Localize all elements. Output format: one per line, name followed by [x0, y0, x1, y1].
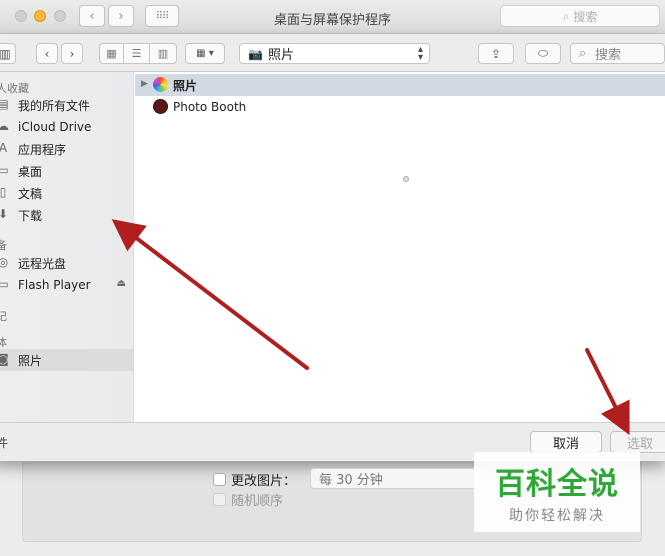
cancel-button[interactable]: 取消	[530, 431, 602, 453]
footer-left-fragment: 件	[0, 436, 9, 450]
sidebar-item-label: 远程光盘	[18, 256, 67, 271]
chevron-right-icon: ›	[69, 46, 75, 61]
random-order-checkbox[interactable]	[213, 493, 226, 506]
sidebar-item-downloads[interactable]: ⬇ 下载	[0, 204, 134, 226]
documents-icon: ▯	[0, 185, 7, 199]
sidebar-item-documents[interactable]: ▯ 文稿	[0, 182, 134, 204]
arrange-button[interactable]: ▦ ▾	[185, 43, 225, 64]
file-row-label: 照片	[173, 78, 198, 93]
sidebar-item-label: 照片	[18, 353, 43, 368]
choose-button[interactable]: 选取	[610, 431, 665, 453]
desktop-icon: ▭	[0, 163, 9, 177]
drive-icon: ▭	[0, 277, 9, 291]
columns-icon: ▥	[157, 47, 169, 60]
disc-icon: ◎	[0, 255, 9, 269]
sidebar-item-label: 文稿	[18, 186, 43, 201]
list-icon: ☰	[131, 47, 142, 60]
cloud-icon: ☁	[0, 119, 9, 133]
file-row-label: Photo Booth	[173, 100, 247, 114]
sidebar-toggle-button[interactable]: ▥	[0, 43, 16, 64]
disclosure-triangle-icon[interactable]: ▶	[141, 79, 148, 89]
sidebar-item-photos[interactable]: ◙ 照片	[0, 349, 134, 371]
title-bar: ‹ › ⠿⠿ 桌面与屏幕保护程序 ⌕ 搜索	[0, 0, 665, 34]
downloads-icon: ⬇	[0, 207, 9, 221]
file-row-photo-booth[interactable]: Photo Booth	[135, 96, 665, 118]
back-button[interactable]: ‹	[36, 43, 58, 64]
search-icon: ⌕	[579, 46, 587, 61]
file-list: ▶ 照片 Photo Booth	[135, 72, 665, 422]
sidebar-section-devices: 备	[0, 239, 7, 252]
sidebar-icon: ▥	[0, 46, 11, 61]
sidebar: 人收藏 ▤ 我的所有文件 ☁ iCloud Drive A 应用程序 ▭ 桌面 …	[0, 72, 134, 422]
watermark-sub: 助你轻松解决	[509, 508, 605, 524]
chevron-left-icon: ‹	[44, 46, 50, 61]
open-panel-sheet: ▥ ‹ › ▦ ☰ ▥ ▦ ▾ 📷 照片 ▴ ▾ ⇪ ⬭ ⌕ 搜索 人收藏 ▤ 我…	[0, 34, 665, 461]
eject-icon[interactable]: ⏏	[117, 278, 126, 289]
sidebar-item-label: 应用程序	[18, 142, 67, 157]
location-label: 照片	[267, 48, 294, 63]
search-icon: ⌕	[562, 8, 570, 23]
sidebar-item-desktop[interactable]: ▭ 桌面	[0, 160, 134, 182]
sheet-toolbar: ▥ ‹ › ▦ ☰ ▥ ▦ ▾ 📷 照片 ▴ ▾ ⇪ ⬭ ⌕ 搜索	[0, 34, 665, 72]
change-picture-checkbox[interactable]	[213, 473, 226, 486]
loading-indicator	[403, 176, 409, 182]
sidebar-item-remote-disc[interactable]: ◎ 远程光盘	[0, 252, 134, 274]
photos-app-icon	[153, 77, 168, 92]
tag-button[interactable]: ⬭	[525, 43, 561, 64]
sidebar-item-label: 桌面	[18, 164, 43, 179]
file-row-photos[interactable]: ▶ 照片	[135, 74, 665, 96]
sidebar-section-tags: 记	[0, 310, 7, 323]
camera-icon: ◙	[0, 352, 9, 366]
window-search-placeholder: 搜索	[573, 9, 598, 24]
sidebar-item-label: 下载	[18, 208, 43, 223]
arrange-icon: ▦ ▾	[196, 48, 214, 59]
random-order-label: 随机顺序	[231, 494, 284, 509]
tag-icon: ⬭	[537, 46, 549, 60]
watermark: 百科全说 助你轻松解决	[474, 452, 640, 532]
photo-booth-icon	[153, 99, 168, 114]
watermark-main: 百科全说	[495, 467, 619, 502]
sidebar-item-label: iCloud Drive	[18, 120, 92, 134]
list-view-button[interactable]: ☰	[124, 44, 150, 63]
sidebar-item-label: Flash Player	[18, 278, 91, 292]
interval-popup[interactable]: 每 30 分钟	[310, 468, 480, 489]
icon-view-button[interactable]: ▦	[100, 44, 124, 63]
sidebar-item-flash-player[interactable]: ▭ Flash Player ⏏	[0, 274, 134, 296]
column-view-button[interactable]: ▥	[150, 44, 176, 63]
sidebar-item-applications[interactable]: A 应用程序	[0, 138, 134, 160]
all-files-icon: ▤	[0, 97, 9, 111]
sidebar-item-all-my-files[interactable]: ▤ 我的所有文件	[0, 94, 134, 116]
camera-icon: 📷	[248, 46, 263, 61]
sidebar-item-label: 我的所有文件	[18, 98, 91, 113]
share-icon: ⇪	[490, 46, 502, 61]
forward-button[interactable]: ›	[61, 43, 83, 64]
applications-icon: A	[0, 141, 8, 155]
interval-value: 每 30 分钟	[319, 473, 383, 488]
view-mode-segmented: ▦ ☰ ▥	[99, 43, 177, 64]
sheet-search-placeholder: 搜索	[595, 48, 622, 63]
change-picture-label: 更改图片：	[231, 474, 297, 489]
share-button[interactable]: ⇪	[478, 43, 514, 64]
popup-arrows-icon: ▴ ▾	[417, 44, 423, 63]
sidebar-section-media: 体	[0, 336, 7, 349]
sidebar-item-icloud-drive[interactable]: ☁ iCloud Drive	[0, 116, 134, 138]
icon-grid-icon: ▦	[106, 47, 117, 60]
sheet-search-field[interactable]: ⌕ 搜索	[570, 43, 665, 64]
window-search-field[interactable]: ⌕ 搜索	[500, 5, 660, 27]
location-popup[interactable]: 📷 照片 ▴ ▾	[239, 43, 430, 64]
